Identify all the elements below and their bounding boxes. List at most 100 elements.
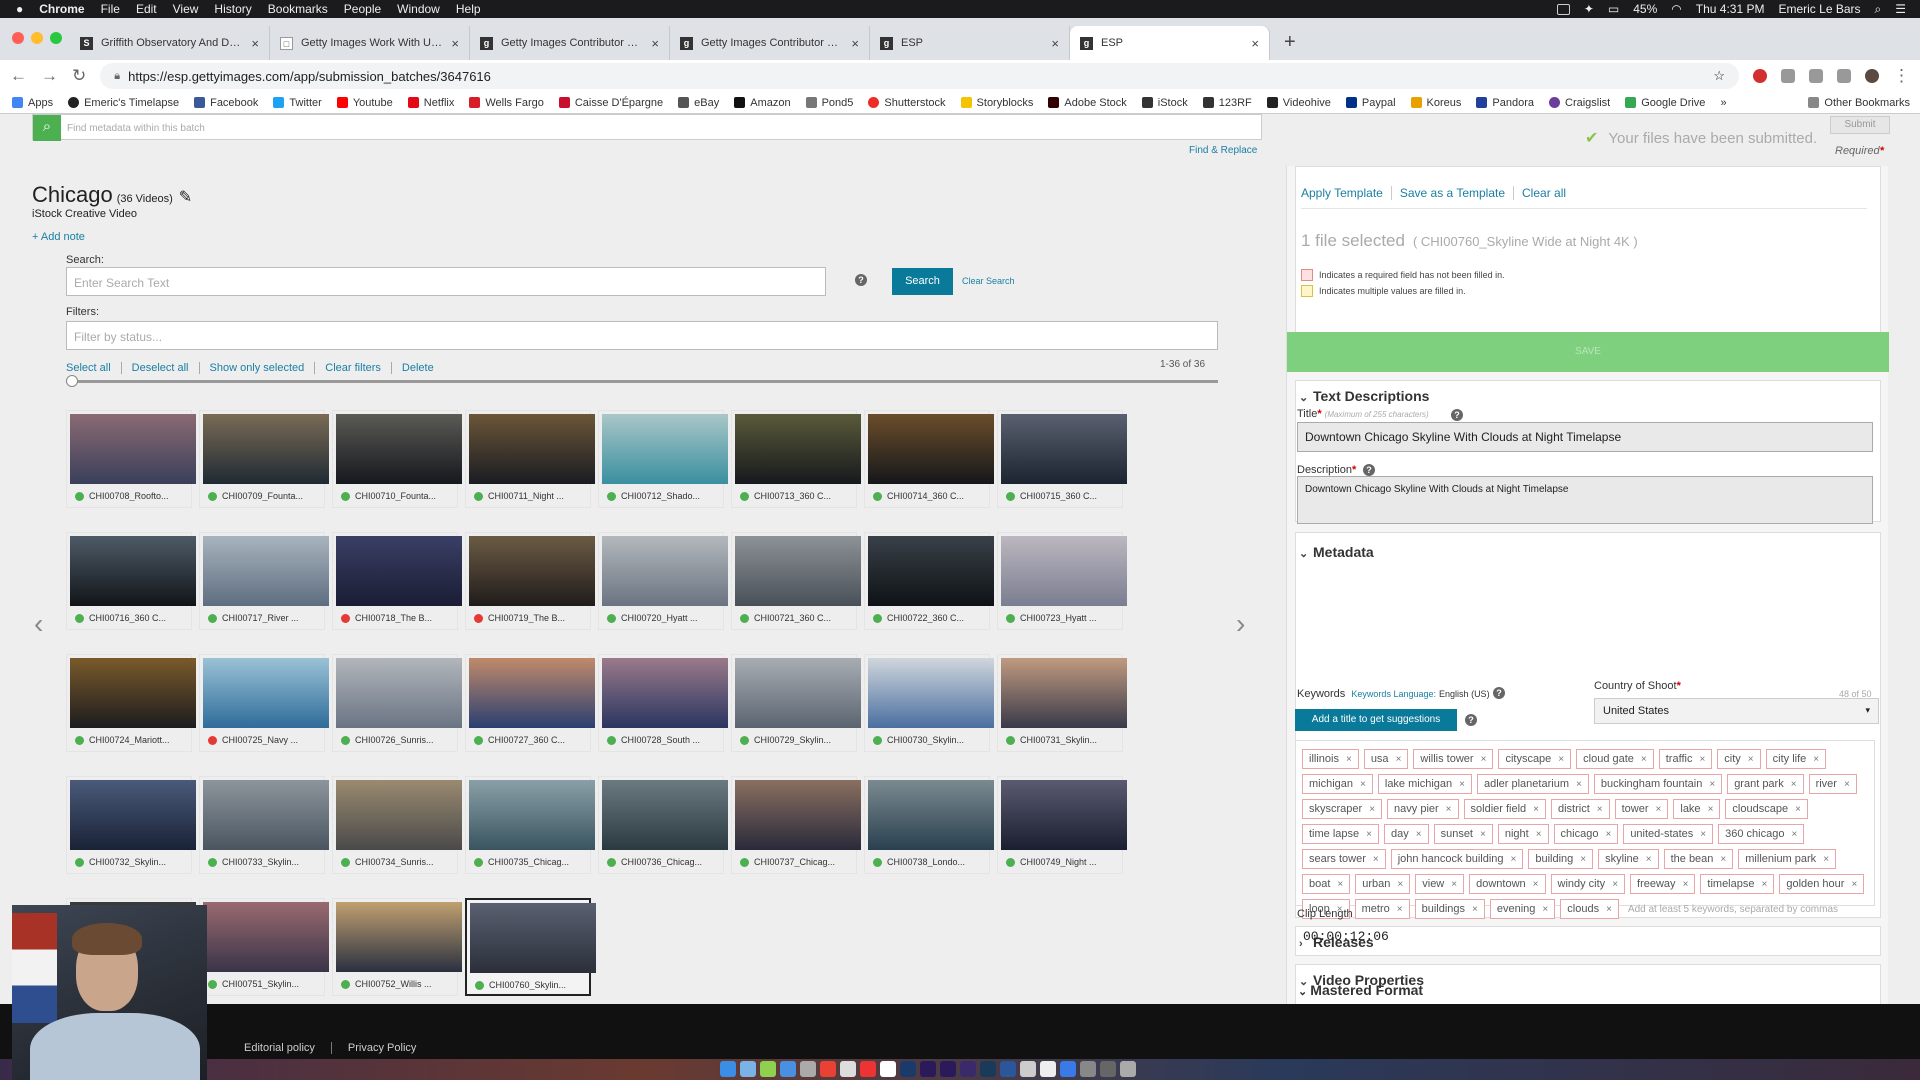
thumbnail-card[interactable]: CHI00720_Hyatt ... [598, 532, 728, 630]
remove-keyword-icon[interactable]: × [1683, 879, 1689, 890]
thumbnail-card[interactable]: CHI00713_360 C... [731, 410, 861, 508]
menu-bookmarks[interactable]: Bookmarks [268, 2, 328, 16]
bookmarks-overflow[interactable]: » [1720, 97, 1726, 109]
tab-close-icon[interactable]: × [1251, 36, 1259, 51]
spotlight-icon[interactable]: ⌕ [1875, 2, 1882, 17]
thumbnail-card[interactable]: CHI00726_Sunris... [332, 654, 462, 752]
remove-keyword-icon[interactable]: × [1606, 904, 1612, 915]
browser-tab-active[interactable]: g ESP × [1070, 26, 1270, 60]
privacy-policy-link[interactable]: Privacy Policy [330, 1042, 432, 1054]
metadata-heading[interactable]: ⌄ Metadata [1299, 544, 1374, 560]
after-effects-icon[interactable] [920, 1060, 936, 1077]
menu-app[interactable]: Chrome [39, 2, 84, 16]
menu-help[interactable]: Help [456, 2, 481, 16]
keyword-tag[interactable]: millenium park × [1738, 849, 1837, 869]
bookmark-item[interactable]: Shutterstock [868, 97, 946, 109]
thumbnail-card[interactable]: CHI00751_Skylin... [199, 898, 329, 996]
opera-extension-icon[interactable] [1753, 69, 1767, 83]
keyword-tag[interactable]: sunset × [1433, 824, 1493, 844]
keyword-tag[interactable]: sears tower × [1302, 849, 1386, 869]
back-icon[interactable]: ← [10, 66, 27, 86]
app-icon[interactable] [1100, 1060, 1116, 1077]
keyword-tag[interactable]: michigan × [1302, 774, 1373, 794]
thumbnail-image[interactable] [203, 414, 329, 484]
app-icon[interactable] [780, 1060, 796, 1077]
keyword-tag[interactable]: 360 chicago × [1718, 824, 1805, 844]
keyword-tag[interactable]: traffic × [1658, 749, 1713, 769]
thumbnail-card[interactable]: CHI00718_The B... [332, 532, 462, 630]
keyword-tag[interactable]: skyscraper × [1302, 799, 1383, 819]
thumbnail-card[interactable]: CHI00730_Skylin... [864, 654, 994, 752]
title-input[interactable]: Downtown Chicago Skyline With Clouds at … [1297, 422, 1873, 452]
clear-all-link[interactable]: Clear all [1513, 186, 1574, 200]
remove-keyword-icon[interactable]: × [1605, 829, 1611, 840]
notification-icon[interactable]: ☰ [1895, 2, 1906, 16]
remove-keyword-icon[interactable]: × [1397, 879, 1403, 890]
remove-keyword-icon[interactable]: × [1761, 879, 1767, 890]
remove-keyword-icon[interactable]: × [1472, 904, 1478, 915]
menu-kebab-icon[interactable]: ⋮ [1893, 66, 1910, 86]
show-only-selected-link[interactable]: Show only selected [198, 362, 315, 374]
remove-keyword-icon[interactable]: × [1791, 829, 1797, 840]
browser-tab[interactable]: g ESP × [870, 26, 1070, 60]
thumbnail-image[interactable] [203, 536, 329, 606]
thumbnail-image[interactable] [70, 536, 196, 606]
bookmark-item[interactable]: Apps [12, 97, 53, 109]
clock[interactable]: Thu 4:31 PM [1696, 2, 1765, 16]
thumbnail-card[interactable]: CHI00716_360 C... [66, 532, 196, 630]
thumbnail-card[interactable]: CHI00714_360 C... [864, 410, 994, 508]
keyword-tag[interactable]: day × [1383, 824, 1429, 844]
photoshop-icon[interactable] [980, 1060, 996, 1077]
metadata-search-bar[interactable]: ⌕ Find metadata within this batch [32, 114, 1262, 141]
remove-keyword-icon[interactable]: × [1451, 879, 1457, 890]
minimize-window-button[interactable] [31, 32, 43, 44]
screen-icon[interactable] [1556, 3, 1570, 15]
bookmark-star-icon[interactable]: ☆ [1713, 68, 1725, 84]
finder-icon[interactable] [720, 1060, 736, 1077]
search-icon[interactable]: ⌕ [33, 115, 61, 141]
keyword-tag[interactable]: clouds × [1560, 899, 1619, 919]
thumbnail-image[interactable] [1001, 780, 1127, 850]
remove-keyword-icon[interactable]: × [1656, 804, 1662, 815]
new-tab-button[interactable]: + [1270, 31, 1310, 60]
thumbnail-card[interactable]: CHI00724_Mariott... [66, 654, 196, 752]
deselect-all-link[interactable]: Deselect all [120, 362, 199, 374]
keyword-tag[interactable]: john hancock building × [1390, 849, 1524, 869]
thumbnail-card[interactable]: CHI00749_Night ... [997, 776, 1127, 874]
bookmark-item[interactable]: Pond5 [805, 97, 853, 109]
remove-keyword-icon[interactable]: × [1720, 854, 1726, 865]
keyword-tag[interactable]: buildings × [1414, 899, 1485, 919]
thumbnail-card[interactable]: CHI00721_360 C... [731, 532, 861, 630]
remove-keyword-icon[interactable]: × [1533, 879, 1539, 890]
apple-icon[interactable]: ● [16, 2, 23, 16]
remove-keyword-icon[interactable]: × [1708, 804, 1714, 815]
remove-keyword-icon[interactable]: × [1511, 854, 1517, 865]
keyword-tag[interactable]: united-states × [1623, 824, 1714, 844]
thumbnail-image[interactable] [469, 536, 595, 606]
keyword-tag[interactable]: city life × [1765, 749, 1827, 769]
bookmark-item[interactable]: Youtube [336, 97, 393, 109]
zoom-slider[interactable] [66, 375, 1218, 387]
app-icon[interactable] [1080, 1060, 1096, 1077]
extension-icon[interactable] [1837, 69, 1851, 83]
bookmark-item[interactable]: Paypal [1345, 97, 1396, 109]
thumbnail-card[interactable]: CHI00708_Roofto... [66, 410, 196, 508]
thumbnail-card[interactable]: CHI00735_Chicag... [465, 776, 595, 874]
help-icon[interactable]: ? [1451, 409, 1463, 421]
remove-keyword-icon[interactable]: × [1446, 804, 1452, 815]
keyword-tag[interactable]: cityscape × [1498, 749, 1572, 769]
keyword-tag[interactable]: lake × [1673, 799, 1721, 819]
keyword-tag[interactable]: buckingham fountain × [1593, 774, 1723, 794]
app-icon[interactable] [840, 1060, 856, 1077]
keywords-box[interactable]: illinois × usa × willis tower × cityscape × clou… [1295, 740, 1875, 919]
thumbnail-card[interactable]: CHI00727_360 C... [465, 654, 595, 752]
thumbnail-card[interactable]: CHI00732_Skylin... [66, 776, 196, 874]
keyword-tag[interactable]: river × [1808, 774, 1857, 794]
remove-keyword-icon[interactable]: × [1369, 804, 1375, 815]
app-icon[interactable] [740, 1060, 756, 1077]
save-button[interactable]: SAVE [1287, 332, 1889, 372]
tab-close-icon[interactable]: × [1051, 36, 1059, 51]
browser-tab[interactable]: g Getty Images Contributor Com × [670, 26, 870, 60]
remove-keyword-icon[interactable]: × [1481, 754, 1487, 765]
bookmark-item[interactable]: Netflix [407, 97, 454, 109]
